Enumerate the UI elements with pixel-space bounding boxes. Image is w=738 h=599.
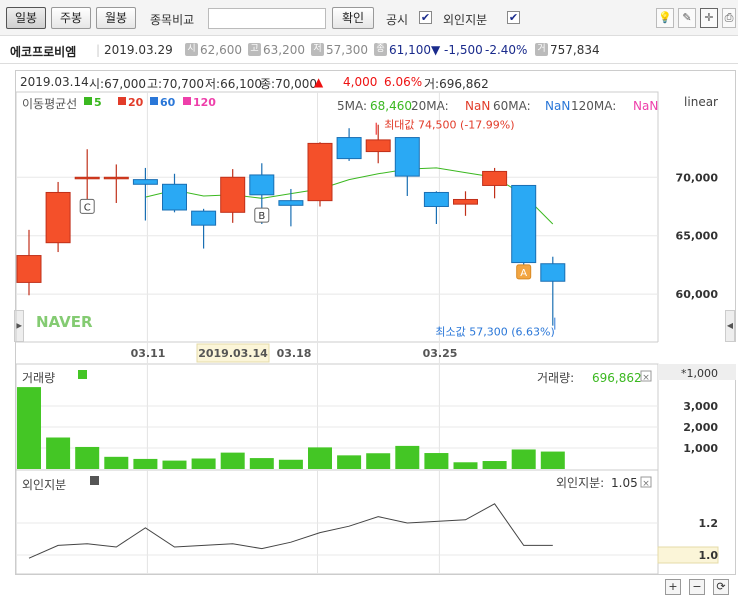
ma20-legend: 20 — [128, 96, 144, 109]
ma20-swatch — [118, 97, 126, 105]
reset-button[interactable]: ⟳ — [713, 579, 729, 595]
naver-logo: NAVER — [36, 313, 93, 331]
ma120-swatch — [183, 97, 191, 105]
volume-bar — [133, 458, 158, 469]
x-tick-label: 03.25 — [423, 347, 458, 360]
candle-body — [16, 255, 42, 283]
x-tick-label: 2019.03.14 — [198, 347, 268, 360]
volume-bar — [162, 460, 187, 469]
volume-tick-label: 1,000 — [683, 442, 718, 455]
volume-tick-label: 3,000 — [683, 400, 718, 413]
volume-close-x: × — [642, 373, 650, 383]
ma60-value-label: 60MA: — [493, 99, 531, 113]
volume-bar — [46, 437, 71, 469]
ma120-value-label: 120MA: — [571, 99, 616, 113]
candle-body — [278, 200, 304, 206]
foreign-title: 외인지분 — [22, 478, 66, 492]
volume-bar — [278, 459, 303, 469]
volume-bar — [395, 445, 420, 469]
ma-title: 이동평균선 — [22, 97, 77, 111]
foreign-swatch — [90, 476, 99, 485]
ma20-value: NaN — [465, 99, 490, 113]
volume-bar — [511, 449, 536, 469]
volume-value-label: 거래량: — [537, 371, 574, 385]
candle-body — [540, 263, 566, 282]
ma120-legend: 120 — [193, 96, 216, 109]
ma60-swatch — [150, 97, 158, 105]
volume-swatch — [78, 370, 87, 379]
candle-body — [453, 198, 478, 205]
candle-body — [394, 137, 420, 177]
volume-bar — [220, 452, 245, 469]
volume-bar — [337, 455, 362, 469]
candle-body — [191, 210, 217, 226]
foreign-tick-label: 1.2 — [699, 517, 719, 530]
candle-body — [132, 179, 158, 185]
foreign-tick-label: 1.0 — [699, 549, 719, 562]
candle-body — [103, 176, 129, 180]
volume-tick-label: 2,000 — [683, 421, 718, 434]
volume-title: 거래량 — [22, 371, 55, 385]
volume-current: 696,862 — [592, 371, 642, 385]
min-label: 최소값 57,300 (6.63%) — [435, 326, 554, 339]
x-tick-label: 03.18 — [277, 347, 312, 360]
foreign-value-label: 외인지분: — [556, 476, 604, 490]
marker-a-label: A — [520, 268, 527, 279]
volume-bar — [453, 462, 478, 469]
candle-body — [74, 176, 100, 180]
y-tick-label: 60,000 — [676, 288, 719, 301]
ma60-legend: 60 — [160, 96, 176, 109]
volume-unit: *1,000 — [681, 367, 718, 380]
candle-body — [511, 184, 537, 264]
candle-body — [162, 183, 187, 211]
candle-body — [249, 174, 275, 196]
volume-bar — [191, 458, 216, 469]
volume-bar — [424, 453, 449, 469]
ma20-value-label: 20MA: — [411, 99, 449, 113]
volume-bar — [366, 453, 391, 469]
candle-body — [307, 142, 333, 202]
foreign-close-x: × — [642, 479, 650, 489]
candle-body — [336, 137, 362, 160]
ma60-value: NaN — [545, 99, 570, 113]
marker-c-label: C — [84, 202, 91, 213]
zoom-out-button[interactable]: − — [689, 579, 705, 595]
price-panel — [15, 91, 659, 343]
y-tick-label: 70,000 — [676, 171, 719, 184]
volume-bar — [308, 447, 332, 469]
scale-label[interactable]: linear — [684, 95, 718, 109]
volume-bar — [104, 456, 129, 469]
candle-body — [45, 191, 71, 244]
x-axis-gap — [658, 342, 736, 364]
ma5-swatch — [84, 97, 92, 105]
volume-bar — [482, 461, 507, 469]
candle-body — [482, 170, 508, 186]
chart-svg: 60,000 65,000 70,000 03.11 2019.03.14 03.18 03… — [15, 91, 736, 575]
candle-body — [365, 139, 391, 153]
x-tick-label: 03.11 — [131, 347, 166, 360]
candle-body — [220, 176, 246, 213]
candle-body — [423, 191, 449, 207]
foreign-line — [28, 503, 553, 559]
y-tick-label: 65,000 — [676, 230, 719, 243]
volume-bar — [249, 458, 274, 469]
max-label: 최대값 74,500 (-17.99%) — [384, 119, 514, 132]
ma5-value-label: 5MA: — [337, 99, 367, 113]
ma5-value: 68,460 — [370, 99, 412, 113]
foreign-current: 1.05 — [611, 476, 638, 490]
volume-bar — [17, 387, 41, 469]
marker-b-label: B — [258, 211, 265, 222]
ma5-legend: 5 — [94, 96, 102, 109]
volume-bar — [75, 446, 100, 469]
volume-bar — [540, 451, 565, 469]
zoom-in-button[interactable]: + — [665, 579, 681, 595]
ma120-value: NaN — [633, 99, 658, 113]
